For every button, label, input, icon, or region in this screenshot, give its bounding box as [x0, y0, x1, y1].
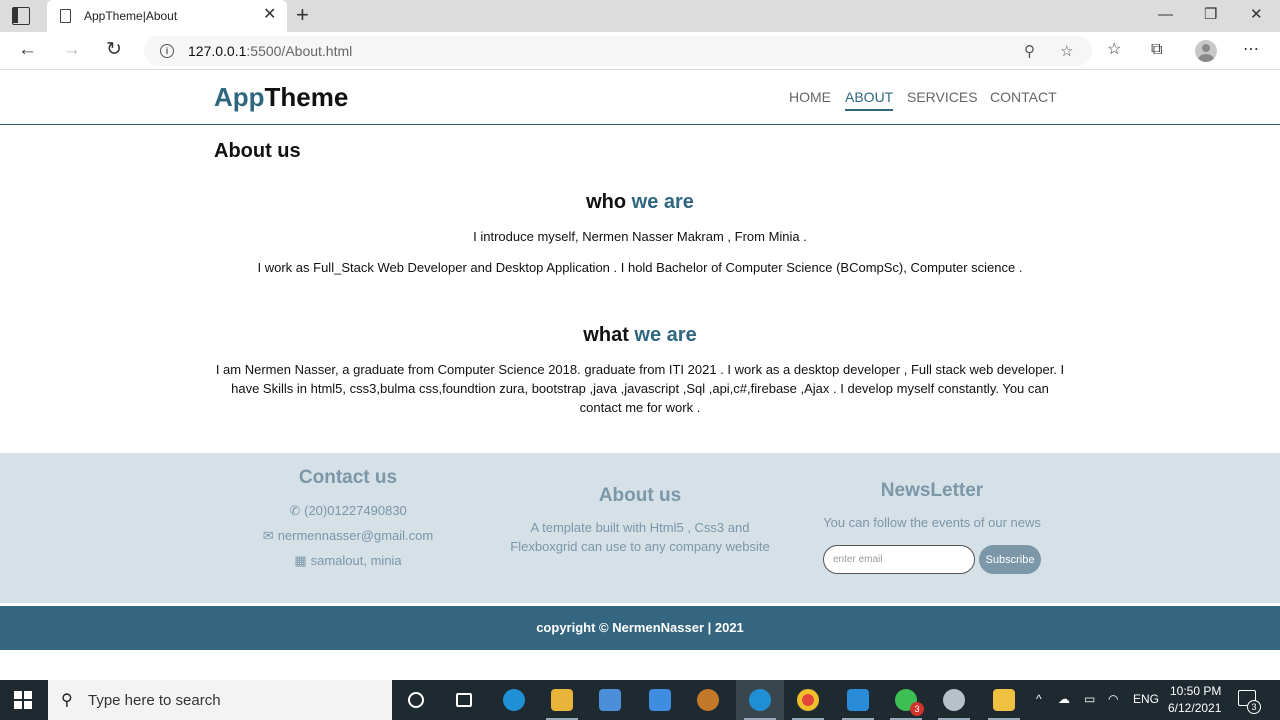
vscode-icon[interactable] — [834, 680, 882, 720]
zoom-icon[interactable]: ⚲ — [1024, 42, 1035, 60]
edge-icon[interactable] — [490, 680, 538, 720]
refresh-icon[interactable]: ↻ — [106, 40, 122, 60]
new-tab-icon[interactable]: + — [296, 4, 309, 26]
forward-icon[interactable]: → — [62, 40, 81, 60]
contact-email[interactable]: ✉ nermennasser@gmail.com — [198, 528, 498, 544]
what-we-are-title: what we are — [583, 324, 697, 346]
edge-active-icon[interactable] — [736, 680, 784, 720]
chrome-icon[interactable] — [784, 680, 832, 720]
collections-icon[interactable]: ⧉ — [1151, 41, 1162, 59]
search-icon: ⚲ — [61, 692, 73, 709]
site-logo[interactable]: AppTheme — [214, 82, 348, 113]
footer-about-text: A template built with Html5 , Css3 and F… — [510, 520, 770, 554]
address-bar[interactable]: i 127.0.0.1:5500/About.html ⚲ ☆ — [144, 36, 1092, 66]
envelope-icon: ✉ — [262, 528, 274, 543]
site-header: AppTheme HOME ABOUT SERVICES CONTACT — [0, 71, 1280, 125]
cortana-icon[interactable] — [392, 680, 440, 720]
newsletter-text: You can follow the events of our news — [823, 515, 1041, 530]
back-icon[interactable]: ← — [18, 40, 37, 60]
skills-paragraph: I am Nermen Nasser, a graduate from Comp… — [215, 362, 1065, 415]
windows-taskbar: ⚲ Type here to search 3 ^ ☁ ▭ ◠ ENG 10:5… — [0, 680, 1280, 720]
url-text[interactable]: 127.0.0.1:5500/About.html — [188, 43, 352, 59]
contact-title: Contact us — [298, 467, 398, 488]
newsletter-title: NewsLetter — [880, 480, 984, 501]
page-title: About us — [214, 140, 301, 162]
cloud-icon[interactable]: ☁ — [1058, 692, 1070, 706]
nav-home[interactable]: HOME — [789, 89, 831, 105]
chevron-up-icon[interactable]: ^ — [1036, 692, 1042, 706]
browser-toolbar: ← → ↻ i 127.0.0.1:5500/About.html ⚲ ☆ ☆ … — [0, 32, 1280, 70]
web-page: AppTheme HOME ABOUT SERVICES CONTACT Abo… — [0, 71, 1280, 680]
taskbar-search[interactable]: ⚲ Type here to search — [48, 680, 392, 720]
nav-about[interactable]: ABOUT — [845, 89, 894, 111]
more-icon[interactable]: ⋯ — [1243, 41, 1259, 59]
favorites-icon[interactable]: ☆ — [1107, 41, 1121, 59]
app-icon-3[interactable] — [980, 680, 1028, 720]
app-icon-2[interactable] — [930, 680, 978, 720]
language-indicator[interactable]: ENG — [1133, 692, 1159, 706]
store-icon[interactable] — [586, 680, 634, 720]
profile-avatar[interactable] — [1195, 40, 1217, 62]
browser-tabstrip: AppTheme|About ✕ + — ❐ ✕ — [0, 0, 1280, 32]
copyright-bar: copyright © NermenNasser | 2021 — [0, 606, 1280, 650]
nav-services[interactable]: SERVICES — [907, 89, 978, 105]
taskbar-search-text: Type here to search — [88, 692, 221, 709]
notification-count: 3 — [1247, 700, 1261, 714]
windows-start-icon[interactable] — [14, 691, 32, 709]
newsletter-email-input[interactable] — [823, 545, 975, 574]
file-explorer-icon[interactable] — [538, 680, 586, 720]
contact-phone[interactable]: ✆ (20)01227490830 — [198, 503, 498, 519]
whatsapp-icon[interactable]: 3 — [882, 680, 930, 720]
work-line: I work as Full_Stack Web Developer and D… — [257, 260, 1023, 275]
battery-icon[interactable]: ▭ — [1084, 692, 1095, 706]
intro-line: I introduce myself, Nermen Nasser Makram… — [473, 229, 807, 244]
clock-time[interactable]: 10:50 PM — [1170, 684, 1221, 698]
minimize-icon[interactable]: — — [1158, 6, 1173, 24]
map-icon: ▦ — [294, 553, 307, 568]
task-view-icon[interactable] — [440, 680, 488, 720]
whatsapp-badge: 3 — [910, 702, 924, 716]
site-footer: Contact us ✆ (20)01227490830 ✉ nermennasse… — [0, 453, 1280, 603]
who-we-are-title: who we are — [586, 191, 694, 213]
restore-icon[interactable]: ❐ — [1204, 6, 1217, 24]
add-favorite-icon[interactable]: ☆ — [1060, 42, 1073, 60]
wifi-icon[interactable]: ◠ — [1108, 692, 1118, 706]
phone-icon: ✆ — [289, 503, 301, 518]
nav-contact[interactable]: CONTACT — [990, 89, 1057, 105]
close-window-icon[interactable]: ✕ — [1250, 6, 1263, 24]
app-icon[interactable] — [684, 680, 732, 720]
tab-title: AppTheme|About — [84, 9, 178, 23]
page-icon — [60, 9, 71, 23]
close-tab-icon[interactable]: ✕ — [263, 7, 276, 23]
subscribe-button[interactable]: Subscribe — [979, 545, 1041, 574]
clock-date[interactable]: 6/12/2021 — [1168, 701, 1221, 715]
contact-address: ▦ samalout, minia — [294, 553, 402, 568]
tab-actions-icon[interactable] — [12, 7, 30, 25]
mail-icon[interactable] — [636, 680, 684, 720]
footer-about-title: About us — [598, 485, 682, 506]
info-icon[interactable]: i — [160, 44, 174, 58]
browser-tab[interactable]: AppTheme|About ✕ — [47, 0, 287, 32]
